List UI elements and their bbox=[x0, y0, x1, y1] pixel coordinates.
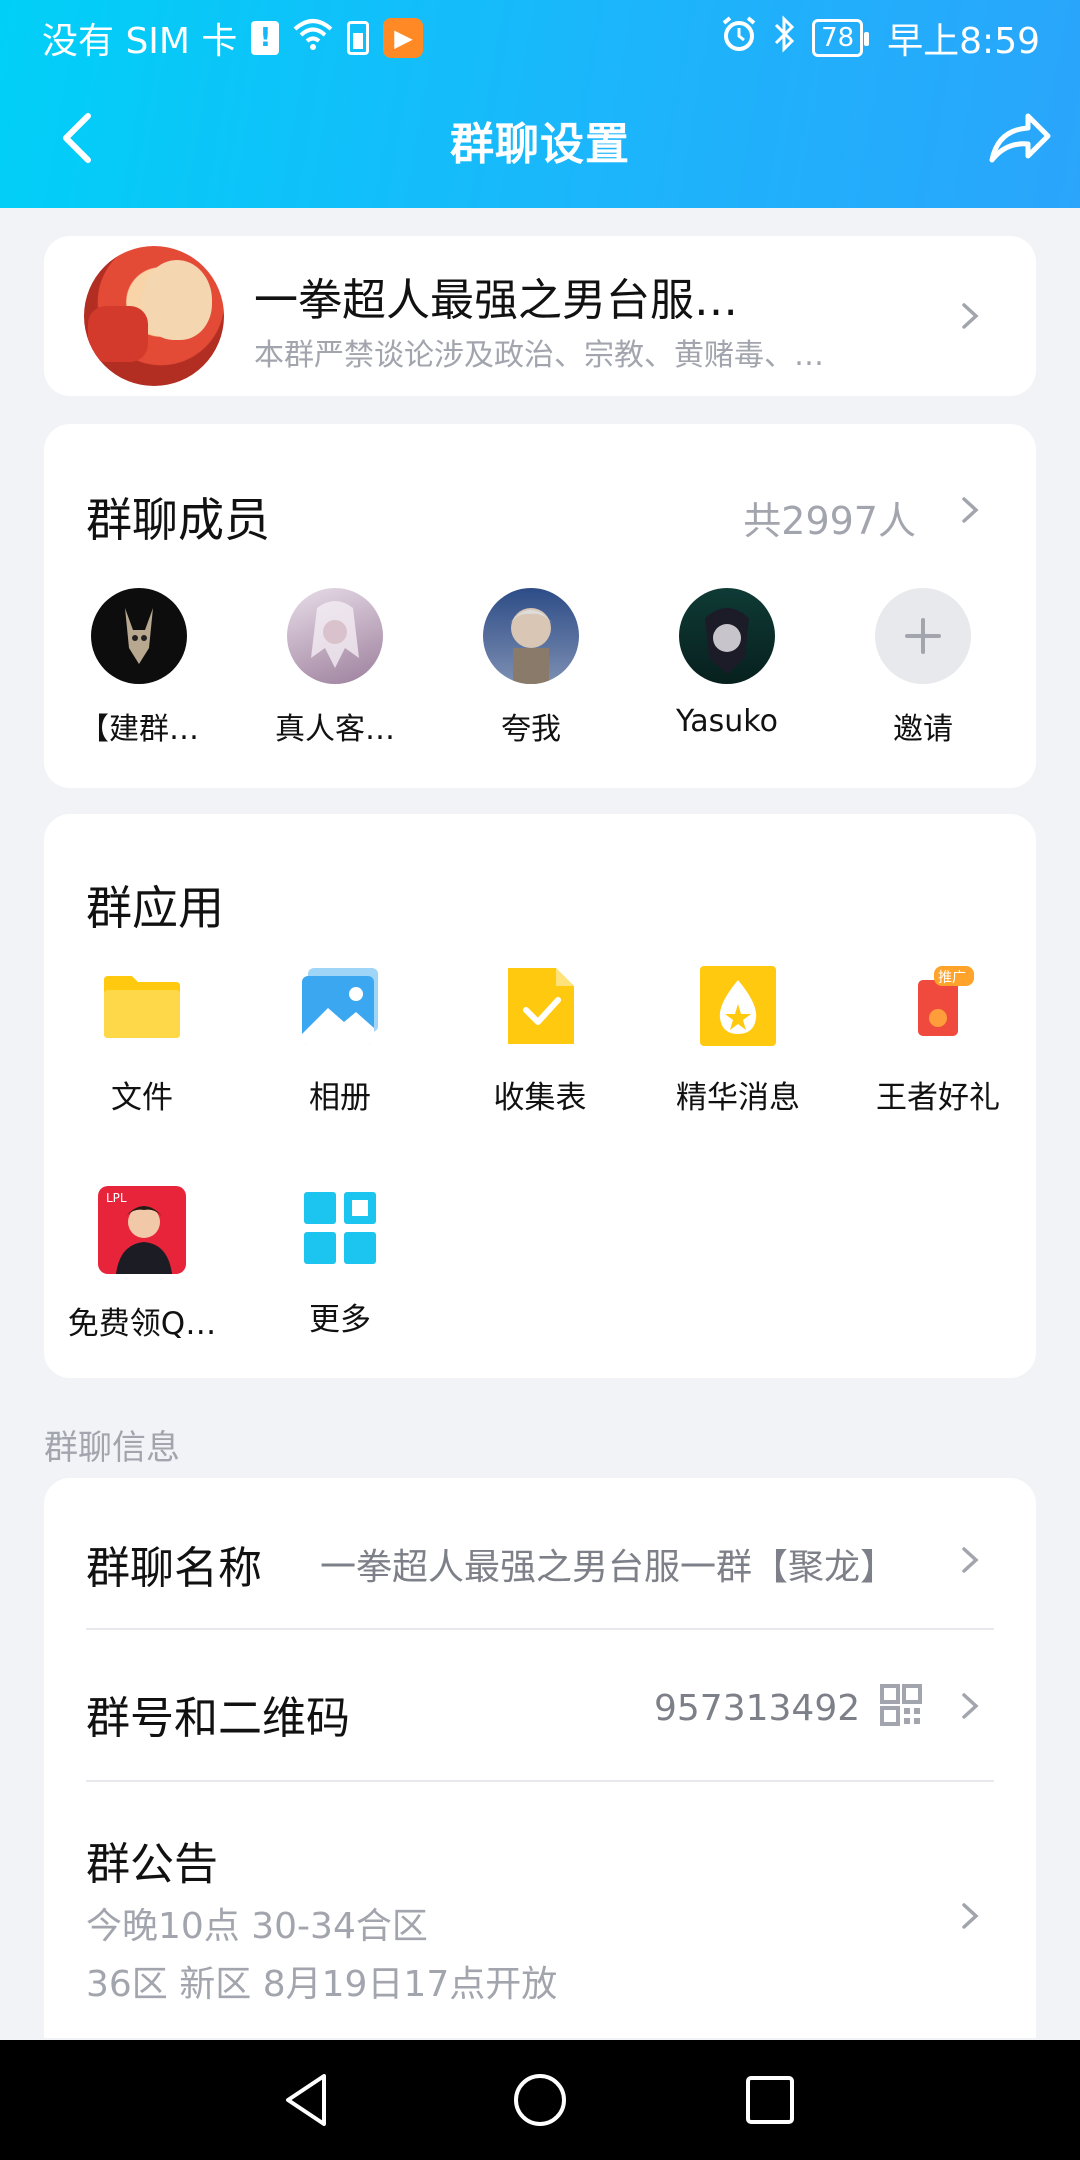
member-name: 【建群… bbox=[79, 712, 199, 747]
form-check-icon bbox=[498, 964, 582, 1048]
avatar bbox=[287, 588, 383, 684]
member-item[interactable]: 夸我 bbox=[436, 588, 626, 748]
group-name-label: 群聊名称 bbox=[86, 1543, 262, 1594]
video-app-icon: ▶ bbox=[383, 18, 424, 58]
apps-title: 群应用 bbox=[86, 881, 224, 935]
group-description: 本群严禁谈论涉及政治、宗教、黄赌毒、… bbox=[254, 338, 824, 373]
group-notice-label: 群公告 bbox=[86, 1839, 218, 1890]
sim-alert-icon: ! bbox=[251, 21, 280, 55]
chevron-right-icon bbox=[956, 1902, 984, 1930]
member-name: 夸我 bbox=[501, 712, 561, 747]
member-name: Yasuko bbox=[676, 704, 778, 739]
app-label: 收集表 bbox=[493, 1080, 587, 1116]
status-bar: 没有 SIM 卡 ! ▶ 78 早上8:59 bbox=[0, 0, 1080, 76]
group-name: 一拳超人最强之男台服… bbox=[254, 275, 738, 326]
app-label: 文件 bbox=[111, 1080, 173, 1116]
members-count[interactable]: 共2997人 bbox=[743, 490, 916, 545]
recents-square-icon[interactable] bbox=[740, 2070, 800, 2130]
group-avatar bbox=[84, 246, 224, 386]
clock: 早上8:59 bbox=[887, 21, 1040, 62]
plus-icon bbox=[875, 588, 971, 684]
section-label: 群聊信息 bbox=[44, 1428, 180, 1468]
avatar bbox=[91, 588, 187, 684]
app-album[interactable]: 相册 bbox=[240, 964, 440, 1117]
alarm-icon bbox=[720, 15, 758, 62]
app-form[interactable]: 收集表 bbox=[440, 964, 640, 1117]
small-battery-icon bbox=[347, 21, 370, 55]
back-triangle-icon[interactable] bbox=[278, 2070, 338, 2130]
app-label: 更多 bbox=[309, 1302, 371, 1338]
bluetooth-icon bbox=[772, 14, 798, 62]
svg-text:LPL: LPL bbox=[106, 1191, 127, 1205]
back-icon[interactable] bbox=[50, 108, 110, 168]
photo-album-icon bbox=[298, 964, 382, 1048]
member-item[interactable]: 真人客… bbox=[240, 588, 430, 748]
group-number-value: 957313492 bbox=[654, 1688, 861, 1729]
folder-icon bbox=[100, 964, 184, 1048]
group-name-value: 一拳超人最强之男台服一群【聚龙】 bbox=[320, 1547, 897, 1588]
member-item[interactable]: Yasuko bbox=[632, 588, 822, 739]
app-label: 相册 bbox=[309, 1080, 371, 1116]
app-free-claim[interactable]: LPL 免费领Q… bbox=[42, 1186, 242, 1343]
divider bbox=[86, 1628, 994, 1630]
chevron-right-icon bbox=[956, 1692, 984, 1720]
chevron-right-icon[interactable] bbox=[956, 496, 984, 524]
promo-badge: 推广 bbox=[938, 970, 966, 986]
members-title: 群聊成员 bbox=[86, 493, 270, 547]
home-circle-icon[interactable] bbox=[510, 2070, 570, 2130]
group-number-label: 群号和二维码 bbox=[86, 1693, 350, 1744]
app-file[interactable]: 文件 bbox=[42, 964, 242, 1117]
app-essence[interactable]: 精华消息 bbox=[638, 964, 838, 1117]
gift-promo-icon: 推广 bbox=[896, 964, 980, 1048]
group-apps-card: 群应用 文件 相册 收集表 精华消息 推广 王者好礼 LPL 免费领Q… 更多 bbox=[44, 814, 1036, 1378]
divider bbox=[86, 1780, 994, 1782]
promo-image-icon: LPL bbox=[98, 1186, 186, 1274]
header-bar: 没有 SIM 卡 ! ▶ 78 早上8:59 群聊设置 bbox=[0, 0, 1080, 208]
app-label: 王者好礼 bbox=[876, 1080, 1000, 1116]
carrier-text: 没有 SIM 卡 bbox=[42, 21, 238, 62]
qr-code-icon bbox=[880, 1684, 922, 1726]
avatar bbox=[483, 588, 579, 684]
app-gift-promo[interactable]: 推广 王者好礼 bbox=[838, 964, 1038, 1117]
group-notice-line: 今晚10点 30-34合区 bbox=[86, 1906, 428, 1947]
wifi-icon bbox=[293, 17, 333, 60]
group-profile-card[interactable]: 一拳超人最强之男台服… 本群严禁谈论涉及政治、宗教、黄赌毒、… bbox=[44, 236, 1036, 396]
member-name: 邀请 bbox=[893, 712, 953, 747]
app-label: 免费领Q… bbox=[67, 1306, 217, 1342]
page-title: 群聊设置 bbox=[450, 119, 630, 170]
group-notice-line: 36区 新区 8月19日17点开放 bbox=[86, 1964, 558, 2005]
members-card: 群聊成员 共2997人 【建群… 真人客… 夸我 Yasuko 邀请 bbox=[44, 424, 1036, 788]
chevron-right-icon bbox=[956, 302, 984, 330]
share-icon[interactable] bbox=[984, 104, 1054, 174]
system-navigation-bar bbox=[0, 2040, 1080, 2160]
nav-bar: 群聊设置 bbox=[0, 90, 1080, 190]
member-item[interactable]: 【建群… bbox=[44, 588, 234, 748]
more-grid-icon bbox=[298, 1186, 382, 1270]
member-name: 真人客… bbox=[275, 712, 395, 747]
avatar bbox=[679, 588, 775, 684]
essence-message-icon bbox=[696, 964, 780, 1048]
app-more[interactable]: 更多 bbox=[240, 1186, 440, 1339]
battery-icon: 78 bbox=[812, 19, 870, 57]
app-label: 精华消息 bbox=[676, 1080, 800, 1116]
chevron-right-icon bbox=[956, 1546, 984, 1574]
invite-member-button[interactable]: 邀请 bbox=[828, 588, 1018, 748]
group-info-card: 群聊名称 一拳超人最强之男台服一群【聚龙】 群号和二维码 957313492 群… bbox=[44, 1478, 1036, 2038]
